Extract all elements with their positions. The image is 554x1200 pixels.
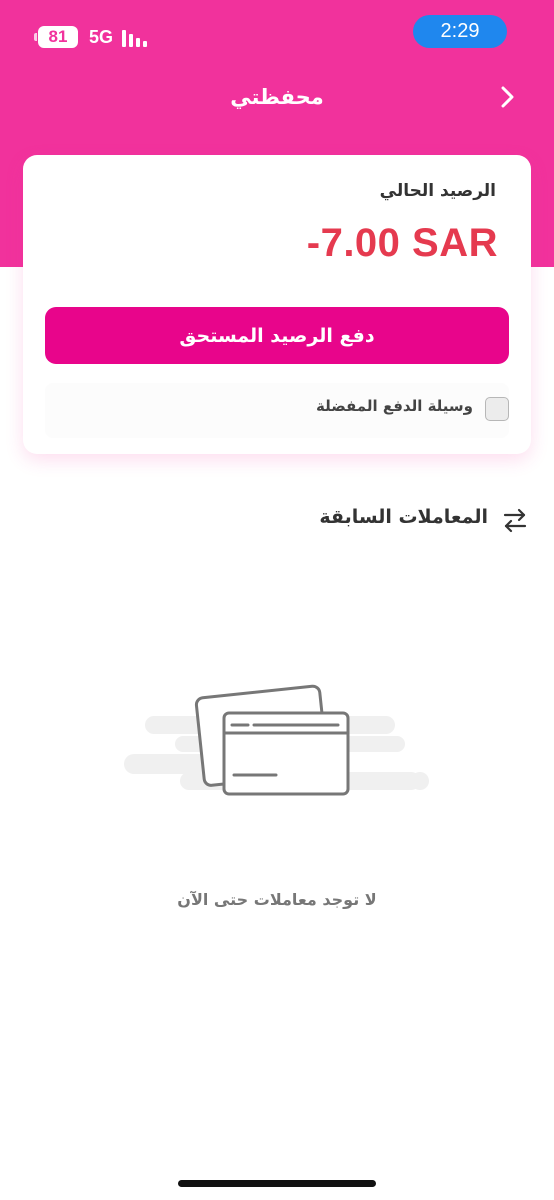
status-bar: 81 5G 2:29	[0, 0, 554, 64]
status-indicators: 81 5G	[34, 25, 148, 49]
transactions-title: المعاملات السابقة	[319, 506, 488, 528]
home-indicator[interactable]	[178, 1180, 376, 1187]
balance-label: الرصيد الحالي	[379, 181, 496, 201]
balance-amount: -7.00 SAR	[306, 221, 498, 265]
pay-balance-button-label: دفع الرصيد المستحق	[179, 324, 375, 347]
wallet-card: الرصيد الحالي -7.00 SAR دفع الرصيد المست…	[23, 155, 531, 454]
preferred-payment-row[interactable]: وسيلة الدفع المفضلة	[45, 383, 509, 438]
battery-level: 81	[48, 27, 68, 46]
preferred-payment-checkbox[interactable]	[485, 397, 509, 421]
empty-transactions-message: لا توجد معاملات حتى الآن	[177, 890, 377, 909]
status-time: 2:29	[413, 15, 507, 48]
back-button[interactable]	[492, 80, 526, 114]
pay-balance-button[interactable]: دفع الرصيد المستحق	[45, 307, 509, 364]
time-text: 2:29	[440, 20, 480, 42]
credit-cards-icon	[124, 684, 429, 796]
page-title: محفظتي	[230, 85, 324, 109]
network-type: 5G	[89, 26, 114, 47]
battery-icon: 81	[34, 26, 78, 48]
preferred-payment-label: وسيلة الدفع المفضلة	[316, 397, 473, 415]
signal-icon	[122, 27, 148, 47]
swap-arrows-icon	[503, 508, 527, 533]
chevron-right-icon	[501, 86, 514, 108]
wallet-screen: 81 5G 2:29 محفظتي الرصيد الحالي -7.00 SA…	[0, 0, 554, 1200]
